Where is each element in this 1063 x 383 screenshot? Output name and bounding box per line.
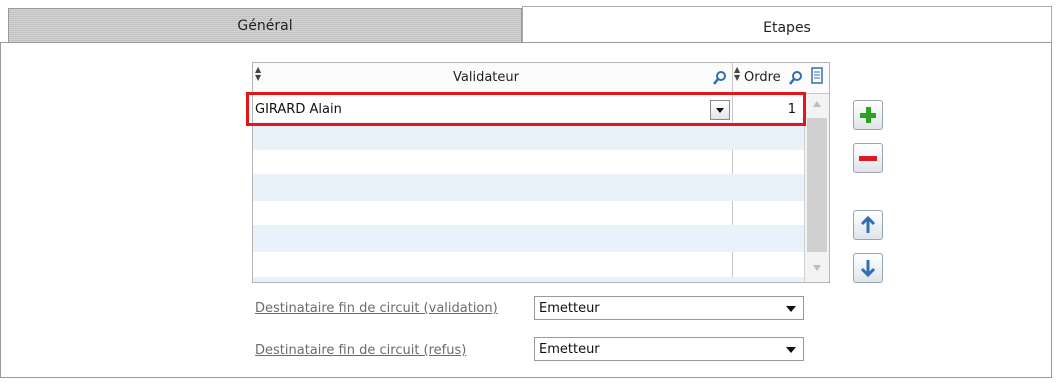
scroll-up-icon[interactable]: [812, 100, 822, 108]
remove-icon: [859, 156, 877, 161]
refusal-recipient-select[interactable]: Emetteur: [534, 337, 804, 361]
table-row: [253, 122, 804, 150]
column-header-validateur[interactable]: Validateur: [453, 70, 519, 85]
refusal-recipient-value: Emetteur: [539, 342, 600, 357]
chevron-down-icon: [786, 347, 796, 353]
chevron-down-icon: [786, 306, 796, 312]
arrow-up-icon: [860, 215, 876, 233]
add-button[interactable]: [853, 100, 883, 130]
search-icon[interactable]: [789, 71, 803, 85]
grid-header: ▲ ▼ Validateur ▲ ▼ Ordre: [253, 63, 829, 94]
refusal-recipient-label[interactable]: Destinataire fin de circuit (refus): [255, 343, 466, 358]
vertical-scrollbar[interactable]: [804, 94, 829, 282]
column-header-ordre[interactable]: Ordre: [744, 70, 781, 85]
scroll-down-icon[interactable]: [812, 264, 822, 272]
move-down-button[interactable]: [853, 253, 883, 283]
table-row: [253, 277, 804, 282]
tab-etapes[interactable]: Etapes: [522, 6, 1052, 43]
tab-general-label: Général: [237, 18, 293, 34]
sort-icon[interactable]: ▲ ▼: [734, 66, 740, 82]
validation-recipient-select[interactable]: Emetteur: [534, 296, 804, 320]
table-row: [253, 225, 804, 252]
validation-recipient-label[interactable]: Destinataire fin de circuit (validation): [255, 301, 498, 316]
scrollbar-thumb[interactable]: [807, 118, 827, 252]
remove-button[interactable]: [853, 143, 883, 173]
column-chooser-icon[interactable]: [810, 67, 824, 85]
sort-icon[interactable]: ▲ ▼: [255, 66, 261, 82]
tab-etapes-label: Etapes: [763, 20, 811, 36]
tab-general[interactable]: Général: [8, 8, 522, 42]
selected-row-highlight: [246, 92, 806, 126]
arrow-down-icon: [860, 260, 876, 278]
validation-recipient-value: Emetteur: [539, 301, 600, 316]
table-row: [253, 174, 804, 201]
search-icon[interactable]: [713, 71, 727, 85]
move-up-button[interactable]: [853, 210, 883, 240]
